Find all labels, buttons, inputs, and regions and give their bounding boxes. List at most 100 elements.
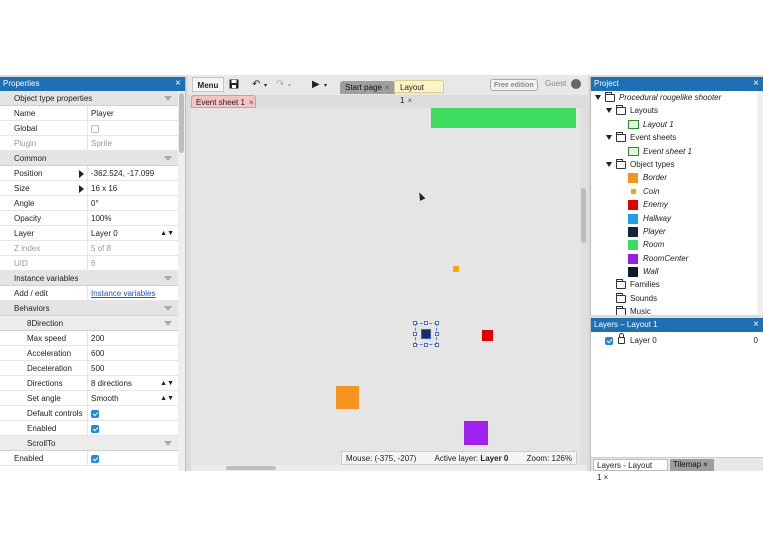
undo-icon[interactable]: ↶ <box>252 79 260 90</box>
border-sprite[interactable] <box>336 386 359 409</box>
tree-object-coin[interactable]: Coin <box>591 185 763 198</box>
section-scrollto[interactable]: ScrollTo <box>0 436 178 451</box>
enabled-8dir-checkbox[interactable] <box>91 424 99 433</box>
caret-down-icon[interactable] <box>606 161 612 167</box>
resize-handle[interactable] <box>413 332 417 336</box>
resize-handle[interactable] <box>413 343 417 347</box>
tab-start-page[interactable]: Start page × <box>340 81 395 94</box>
close-icon[interactable]: × <box>385 83 390 92</box>
close-icon[interactable]: × <box>603 473 608 482</box>
expand-arrow-icon[interactable] <box>79 185 84 193</box>
tree-object-hallway[interactable]: Hallway <box>591 212 763 225</box>
menu-button[interactable]: Menu <box>192 77 224 92</box>
resize-handle[interactable] <box>424 343 428 347</box>
layer-select[interactable]: Layer 0 ▲▼ <box>88 226 178 240</box>
size-value[interactable]: 16 x 16 <box>91 184 117 193</box>
close-icon[interactable]: × <box>703 460 708 469</box>
close-icon[interactable]: × <box>249 98 254 107</box>
tab-event-sheet-1[interactable]: Event sheet 1 × <box>191 95 256 108</box>
prop-value[interactable]: 100% <box>88 211 178 225</box>
tree-item-layout-1[interactable]: Layout 1 <box>591 118 763 131</box>
redo-icon[interactable]: ↷ <box>276 79 284 90</box>
tree-object-player[interactable]: Player <box>591 225 763 238</box>
canvas-vertical-scrollbar[interactable] <box>580 108 587 465</box>
tree-object-room[interactable]: Room <box>591 238 763 251</box>
resize-handle[interactable] <box>424 321 428 325</box>
room-sprite[interactable] <box>431 108 576 128</box>
prop-value[interactable]: 0° <box>88 196 178 210</box>
scrollbar-thumb[interactable] <box>581 188 586 243</box>
resize-handle[interactable] <box>435 343 439 347</box>
play-icon[interactable]: ▶ <box>312 79 320 90</box>
project-scrollbar[interactable] <box>757 91 763 315</box>
layout-canvas[interactable]: Mouse: (-375, -207) Active layer: Layer … <box>191 108 587 471</box>
scrollbar-thumb[interactable] <box>179 93 184 153</box>
set-angle-select[interactable]: Smooth ▲▼ <box>88 391 178 405</box>
section-object-type-properties[interactable]: Object type properties <box>0 91 178 106</box>
close-icon[interactable]: × <box>175 77 181 91</box>
prop-value[interactable]: 500 <box>88 361 178 375</box>
tree-folder-event-sheets[interactable]: Event sheets <box>591 131 763 144</box>
directions-select[interactable]: 8 directions ▲▼ <box>88 376 178 390</box>
prop-value[interactable]: 600 <box>88 346 178 360</box>
properties-scrollbar[interactable] <box>178 91 185 471</box>
tree-folder-music[interactable]: Music <box>591 305 763 315</box>
collapse-icon[interactable] <box>164 321 172 326</box>
save-icon[interactable] <box>229 79 239 92</box>
tree-folder-families[interactable]: Families <box>591 278 763 291</box>
enemy-sprite[interactable] <box>482 330 493 341</box>
lock-icon[interactable] <box>618 333 625 344</box>
play-dropdown-icon[interactable]: ▾ <box>324 82 327 89</box>
caret-down-icon[interactable] <box>595 95 601 100</box>
tree-folder-layouts[interactable]: Layouts <box>591 104 763 117</box>
user-avatar-icon[interactable] <box>571 79 581 89</box>
tab-layers[interactable]: Layers - Layout 1 × <box>593 459 668 482</box>
roomcenter-sprite[interactable] <box>464 421 488 445</box>
scrollbar-thumb[interactable] <box>226 466 276 470</box>
caret-down-icon[interactable] <box>606 108 612 114</box>
layer-visible-checkbox[interactable] <box>605 337 613 345</box>
resize-handle[interactable] <box>435 332 439 336</box>
free-edition-badge[interactable]: Free edition <box>490 79 538 91</box>
collapse-icon[interactable] <box>164 96 172 101</box>
default-controls-checkbox[interactable] <box>91 409 99 418</box>
close-icon[interactable]: × <box>753 77 759 91</box>
tab-tilemap[interactable]: Tilemap × <box>670 459 714 471</box>
canvas-horizontal-scrollbar[interactable] <box>191 465 587 471</box>
coin-sprite[interactable] <box>453 266 459 272</box>
player-sprite[interactable] <box>421 329 431 339</box>
section-common[interactable]: Common <box>0 151 178 166</box>
resize-handle[interactable] <box>435 321 439 325</box>
guest-label[interactable]: Guest <box>545 79 566 88</box>
prop-value[interactable]: 16 x 16 <box>79 181 178 195</box>
tree-folder-object-types[interactable]: Object types <box>591 158 763 171</box>
collapse-icon[interactable] <box>164 156 172 161</box>
layer-row[interactable]: Layer 0 0 <box>591 333 763 348</box>
section-instance-variables[interactable]: Instance variables <box>0 271 178 286</box>
close-icon[interactable]: × <box>407 96 412 105</box>
position-value[interactable]: -362.524, -17.099 <box>91 169 154 178</box>
expand-arrow-icon[interactable] <box>79 170 84 178</box>
tree-item-event-sheet-1[interactable]: Event sheet 1 <box>591 145 763 158</box>
caret-down-icon[interactable] <box>606 135 612 141</box>
selection-box[interactable] <box>413 321 439 347</box>
close-icon[interactable]: × <box>753 318 759 332</box>
tree-object-roomcenter[interactable]: RoomCenter <box>591 252 763 265</box>
collapse-icon[interactable] <box>164 441 172 446</box>
tab-layout-1[interactable]: Layout 1 × <box>394 80 444 105</box>
redo-dropdown-icon[interactable]: ▾ <box>288 82 291 89</box>
collapse-icon[interactable] <box>164 276 172 281</box>
resize-handle[interactable] <box>413 321 417 325</box>
tree-root[interactable]: Procedural rougelike shooter <box>591 91 763 104</box>
section-8direction[interactable]: 8Direction <box>0 316 178 331</box>
enabled-scroll-checkbox[interactable] <box>91 454 99 463</box>
instance-variables-link[interactable]: Instance variables <box>91 289 155 298</box>
collapse-icon[interactable] <box>164 306 172 311</box>
prop-value[interactable]: -362.524, -17.099 <box>79 166 178 180</box>
prop-value[interactable]: 200 <box>88 331 178 345</box>
tree-object-enemy[interactable]: Enemy <box>591 198 763 211</box>
tree-folder-sounds[interactable]: Sounds <box>591 292 763 305</box>
prop-value[interactable]: Player <box>88 106 178 120</box>
tree-object-wall[interactable]: Wall <box>591 265 763 278</box>
section-behaviors[interactable]: Behaviors <box>0 301 178 316</box>
